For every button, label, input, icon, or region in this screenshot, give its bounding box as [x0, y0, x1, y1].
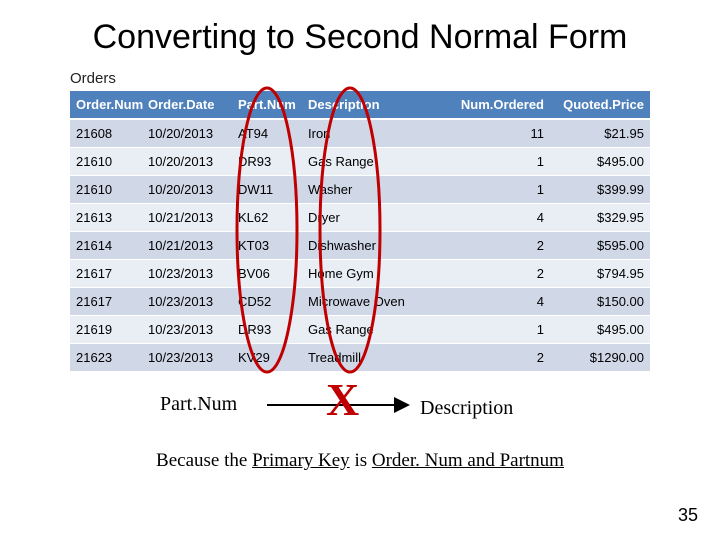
table-row: 2161910/23/2013DR93Gas Range1$495.00 [70, 316, 650, 344]
table-cell: $595.00 [550, 232, 650, 260]
table-cell: Iron [302, 119, 450, 148]
table-row: 2161010/20/2013DR93Gas Range1$495.00 [70, 148, 650, 176]
table-row: 2160810/20/2013AT94Iron11$21.95 [70, 119, 650, 148]
table-cell: Treadmill [302, 344, 450, 372]
table-cell: 21617 [70, 260, 142, 288]
table-cell: BV06 [232, 260, 302, 288]
table-cell: 10/20/2013 [142, 176, 232, 204]
orders-table: Order.Num Order.Date Part.Num Descriptio… [70, 91, 650, 372]
table-cell: DR93 [232, 148, 302, 176]
table-cell: $794.95 [550, 260, 650, 288]
table-cell: DW11 [232, 176, 302, 204]
table-cell: DR93 [232, 316, 302, 344]
table-cell: 1 [450, 148, 550, 176]
explanation-text: Because the Primary Key is Order. Num an… [0, 450, 720, 472]
table-cell: 4 [450, 288, 550, 316]
table-header-row: Order.Num Order.Date Part.Num Descriptio… [70, 91, 650, 119]
because-prefix: Because the [156, 450, 252, 471]
table-cell: 21610 [70, 148, 142, 176]
table-cell: $495.00 [550, 316, 650, 344]
because-ul2: Order. Num and Partnum [372, 450, 564, 471]
table-cell: 11 [450, 119, 550, 148]
table-cell: 21623 [70, 344, 142, 372]
table-cell: $399.99 [550, 176, 650, 204]
table-cell: 10/23/2013 [142, 288, 232, 316]
table-cell: 10/23/2013 [142, 316, 232, 344]
table-cell: 4 [450, 204, 550, 232]
because-ul1: Primary Key [252, 450, 350, 471]
page-number: 35 [678, 505, 698, 526]
table-cell: 10/20/2013 [142, 148, 232, 176]
table-cell: 10/23/2013 [142, 260, 232, 288]
slide-title: Converting to Second Normal Form [0, 18, 720, 57]
table-row: 2161310/21/2013KL62Dryer4$329.95 [70, 204, 650, 232]
table-cell: 2 [450, 260, 550, 288]
table-cell: 21619 [70, 316, 142, 344]
table-cell: Gas Range [302, 316, 450, 344]
table-row: 2161010/20/2013DW11Washer1$399.99 [70, 176, 650, 204]
table-cell: 21613 [70, 204, 142, 232]
table-row: 2161410/21/2013KT03Dishwasher2$595.00 [70, 232, 650, 260]
table-cell: 21614 [70, 232, 142, 260]
table-cell: 10/21/2013 [142, 204, 232, 232]
table-cell: 21610 [70, 176, 142, 204]
table-cell: AT94 [232, 119, 302, 148]
col-num-ordered: Num.Ordered [450, 91, 550, 119]
table-cell: 21617 [70, 288, 142, 316]
orders-table-wrap: Orders Order.Num Order.Date Part.Num Des… [70, 70, 650, 372]
partnum-label: Part.Num [160, 393, 237, 416]
table-cell: $1290.00 [550, 344, 650, 372]
table-cell: 2 [450, 232, 550, 260]
table-cell: Dishwasher [302, 232, 450, 260]
table-cell: Gas Range [302, 148, 450, 176]
table-cell: $495.00 [550, 148, 650, 176]
table-cell: 10/20/2013 [142, 119, 232, 148]
table-row: 2162310/23/2013KV29Treadmill2$1290.00 [70, 344, 650, 372]
table-cell: 2 [450, 344, 550, 372]
x-mark-icon: X [326, 373, 359, 426]
table-caption: Orders [70, 70, 650, 87]
table-cell: $150.00 [550, 288, 650, 316]
table-cell: 21608 [70, 119, 142, 148]
table-cell: Microwave Oven [302, 288, 450, 316]
table-cell: 10/23/2013 [142, 344, 232, 372]
table-cell: KT03 [232, 232, 302, 260]
table-cell: KL62 [232, 204, 302, 232]
col-order-date: Order.Date [142, 91, 232, 119]
table-row: 2161710/23/2013CD52Microwave Oven4$150.0… [70, 288, 650, 316]
description-label: Description [420, 397, 513, 420]
col-description: Description [302, 91, 450, 119]
table-cell: $329.95 [550, 204, 650, 232]
dependency-annotation: Part.Num X Description [70, 375, 650, 445]
col-part-num: Part.Num [232, 91, 302, 119]
table-cell: 10/21/2013 [142, 232, 232, 260]
table-cell: KV29 [232, 344, 302, 372]
table-cell: Home Gym [302, 260, 450, 288]
table-cell: $21.95 [550, 119, 650, 148]
table-cell: 1 [450, 316, 550, 344]
because-mid: is [350, 450, 372, 471]
table-cell: 1 [450, 176, 550, 204]
table-row: 2161710/23/2013BV06Home Gym2$794.95 [70, 260, 650, 288]
col-quoted-price: Quoted.Price [550, 91, 650, 119]
table-cell: CD52 [232, 288, 302, 316]
table-cell: Washer [302, 176, 450, 204]
col-order-num: Order.Num [70, 91, 142, 119]
table-cell: Dryer [302, 204, 450, 232]
